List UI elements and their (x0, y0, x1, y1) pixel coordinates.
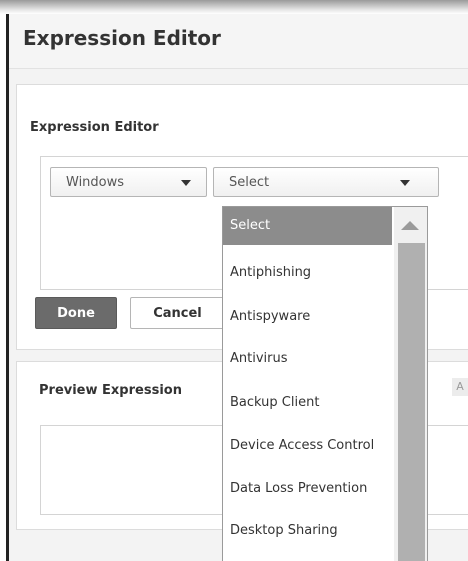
dropdown-option[interactable]: Antivirus (223, 338, 392, 380)
dropdown-option[interactable]: Data Loss Prevention (223, 468, 392, 510)
type-select[interactable]: Select (213, 167, 439, 197)
type-select-value: Select (229, 175, 270, 190)
done-button[interactable]: Done (35, 297, 117, 329)
editor-section-title: Expression Editor (30, 120, 159, 135)
dropdown-scrollbar[interactable] (394, 207, 427, 561)
scrollbar-thumb[interactable] (398, 243, 425, 561)
type-select-dropdown-list: Select Antiphishing Antispyware Antivirus Ba… (222, 206, 428, 561)
chevron-down-icon (400, 180, 410, 186)
scroll-up-arrow-icon[interactable] (401, 221, 419, 230)
os-select-value: Windows (66, 175, 125, 190)
preview-section-title: Preview Expression (39, 383, 182, 398)
chevron-down-icon (181, 180, 191, 186)
preview-action-tag[interactable]: A (452, 378, 468, 396)
dropdown-option[interactable]: Antispyware (223, 296, 392, 338)
dropdown-option[interactable]: Desktop Sharing (223, 510, 392, 552)
dialog-header: Expression Editor (9, 14, 468, 69)
dialog-title: Expression Editor (23, 26, 221, 50)
dropdown-option[interactable]: Backup Client (223, 382, 392, 424)
dropdown-option[interactable]: Device Access Control (223, 425, 392, 467)
os-select[interactable]: Windows (50, 167, 207, 197)
dropdown-option[interactable]: Antiphishing (223, 252, 392, 294)
window-top-shadow (0, 0, 468, 14)
cancel-button[interactable]: Cancel (130, 297, 225, 329)
dropdown-option[interactable]: Select (223, 207, 392, 245)
